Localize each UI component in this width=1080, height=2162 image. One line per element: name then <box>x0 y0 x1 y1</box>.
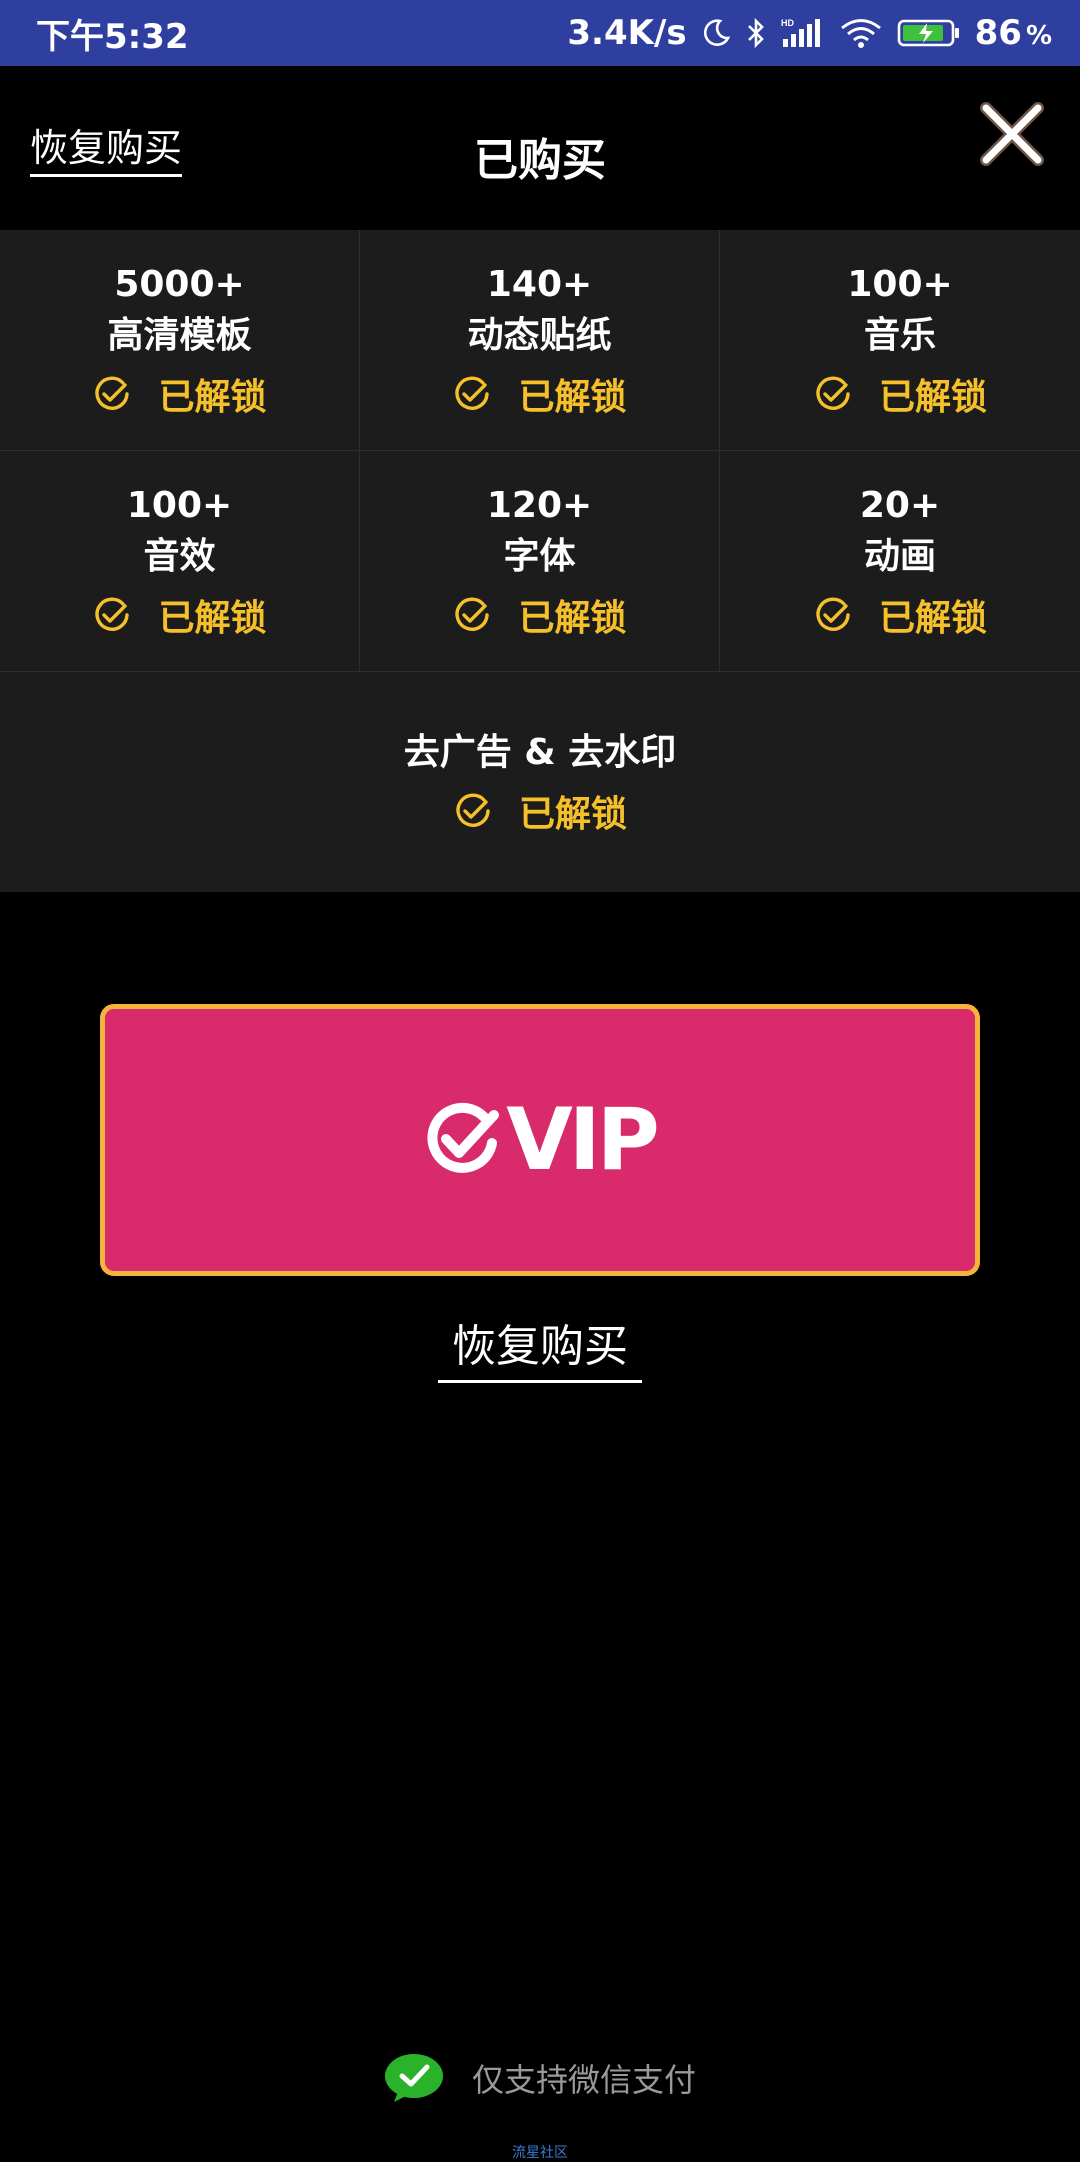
header: 恢复购买 已购买 <box>0 66 1080 230</box>
close-button[interactable] <box>974 96 1050 172</box>
feature-name: 音乐 <box>863 315 936 356</box>
battery-percent: 86% <box>974 13 1052 53</box>
net-speed: 3.4K/s <box>567 13 687 53</box>
page-title: 已购买 <box>474 135 606 186</box>
close-icon <box>980 102 1044 166</box>
feature-count: 20+ <box>859 485 941 526</box>
check-circle-icon <box>816 376 850 410</box>
unlocked-label: 已解锁 <box>518 377 627 418</box>
feature-cell: 100+ 音乐 已解锁 <box>720 230 1080 451</box>
vip-check-icon <box>427 1102 500 1173</box>
feature-name: 动画 <box>863 536 936 577</box>
svg-text:HD: HD <box>781 18 794 28</box>
feature-name: 高清模板 <box>107 315 252 356</box>
feature-count: 100+ <box>847 264 953 305</box>
unlocked-label: 已解锁 <box>158 377 267 418</box>
check-circle-icon <box>456 793 490 827</box>
wifi-icon <box>839 17 883 49</box>
vip-logo: VIP <box>424 1090 660 1190</box>
feature-grid: 5000+ 高清模板 已解锁 140+ 动态贴纸 已解锁 100+ 音乐 已解锁… <box>0 230 1080 672</box>
status-bar: 下午5:32 3.4K/s HD 86 % <box>0 0 1080 66</box>
payment-note-text: 仅支持微信支付 <box>471 2061 696 2099</box>
feature-cell: 100+ 音效 已解锁 <box>0 451 360 672</box>
wechat-icon <box>384 2054 443 2102</box>
feature-count: 5000+ <box>114 264 245 305</box>
feature-name: 音效 <box>143 536 216 577</box>
feature-count: 140+ <box>486 264 593 305</box>
unlocked-label: 已解锁 <box>158 598 267 639</box>
feature-cell-ad-free: 去广告 & 去水印 已解锁 <box>0 672 1080 892</box>
check-circle-icon <box>455 376 490 410</box>
unlocked-label: 已解锁 <box>518 794 627 835</box>
unlocked-label: 已解锁 <box>878 377 987 418</box>
status-time: 下午5:32 <box>36 16 189 57</box>
unlocked-status: 已解锁 <box>92 368 267 420</box>
check-circle-icon <box>95 597 130 631</box>
unlocked-status: 已解锁 <box>453 785 627 837</box>
unlocked-status: 已解锁 <box>452 368 627 420</box>
status-indicators: 3.4K/s HD 86 % <box>567 13 1052 53</box>
vip-button[interactable]: VIP <box>100 1004 980 1276</box>
restore-purchase-area: 恢复购买 <box>0 1310 1080 1383</box>
unlocked-status: 已解锁 <box>813 368 987 420</box>
moon-icon <box>701 18 731 48</box>
unlocked-label: 已解锁 <box>518 598 627 639</box>
check-circle-icon <box>816 597 850 631</box>
feature-name: 字体 <box>503 536 576 577</box>
check-circle-icon <box>455 597 490 631</box>
vip-label: VIP <box>506 1090 660 1190</box>
unlocked-status: 已解锁 <box>813 589 987 641</box>
battery-icon <box>897 17 961 49</box>
feature-name: 动态贴纸 <box>467 315 612 356</box>
unlocked-status: 已解锁 <box>452 589 627 641</box>
unlocked-status: 已解锁 <box>92 589 267 641</box>
feature-cell: 120+ 字体 已解锁 <box>360 451 720 672</box>
watermark: 流星社区 <box>512 2145 568 2161</box>
feature-cell: 140+ 动态贴纸 已解锁 <box>360 230 720 451</box>
feature-count: 100+ <box>126 485 233 526</box>
signal-icon: HD <box>781 17 825 49</box>
bluetooth-icon <box>745 17 767 49</box>
feature-cell: 20+ 动画 已解锁 <box>720 451 1080 672</box>
check-circle-icon <box>95 376 130 410</box>
unlocked-label: 已解锁 <box>878 598 987 639</box>
payment-note: 仅支持微信支付 <box>0 2052 1080 2104</box>
feature-cell: 5000+ 高清模板 已解锁 <box>0 230 360 451</box>
feature-count: 120+ <box>486 485 593 526</box>
feature-name: 去广告 & 去水印 <box>403 732 677 773</box>
restore-purchase-button[interactable]: 恢复购买 <box>438 1310 642 1383</box>
